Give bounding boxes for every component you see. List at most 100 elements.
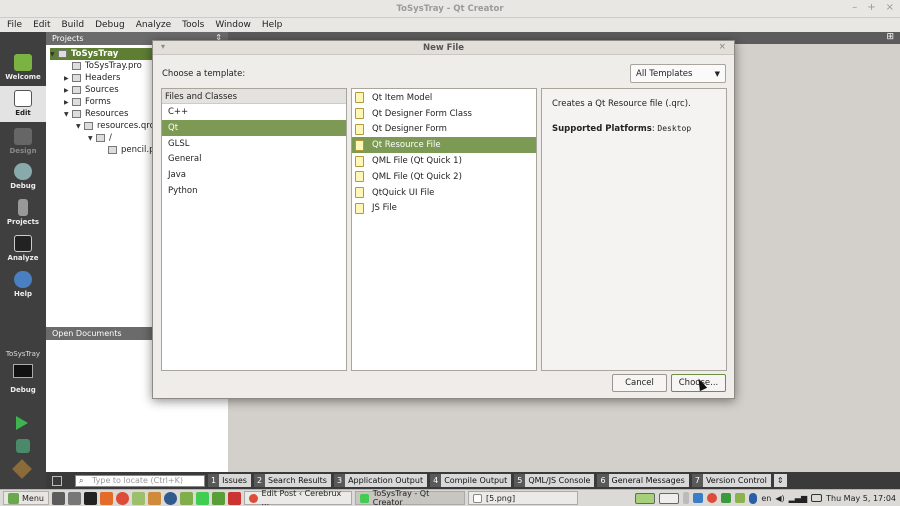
- taskbar-item-qtcreator[interactable]: ToSysTray - Qt Creator: [354, 489, 465, 506]
- app-icon[interactable]: [147, 491, 161, 505]
- category-qt[interactable]: Qt: [162, 119, 346, 136]
- cancel-button[interactable]: Cancel: [612, 374, 667, 392]
- dialog-close-icon[interactable]: ×: [718, 42, 726, 52]
- file-icon: [355, 123, 364, 135]
- template-qml-quick1[interactable]: QML File (Qt Quick 1): [352, 153, 536, 169]
- taskbar-item-image[interactable]: [5.png]: [467, 491, 578, 505]
- mode-projects[interactable]: Projects: [0, 195, 46, 231]
- bluetooth-icon[interactable]: [749, 492, 758, 504]
- menu-help[interactable]: Help: [262, 20, 283, 30]
- output-tab-issues[interactable]: 1 Issues: [208, 474, 251, 487]
- taskbar-item-browser[interactable]: Edit Post ‹ Cerebrux ...: [243, 489, 352, 506]
- template-qt-item-model[interactable]: Qt Item Model: [352, 90, 536, 106]
- template-designer-form-class[interactable]: Qt Designer Form Class: [352, 106, 536, 122]
- pro-file-icon: [72, 62, 81, 70]
- build-hammer-icon[interactable]: [12, 459, 32, 479]
- app-icon[interactable]: [227, 491, 241, 505]
- kit-selector-icon[interactable]: [13, 364, 33, 378]
- category-glsl[interactable]: GLSL: [162, 136, 346, 152]
- category-general[interactable]: General: [162, 151, 346, 167]
- system-tray: en ◀) ▂▄▆ Thu May 5, 17:04: [635, 492, 896, 504]
- qt-logo-icon: [14, 54, 32, 71]
- tree-item-forms[interactable]: ▶ Forms: [64, 96, 111, 108]
- mode-analyze[interactable]: Analyze: [0, 231, 46, 267]
- template-list: Qt Item Model Qt Designer Form Class Qt …: [351, 88, 537, 371]
- tree-item-sources[interactable]: ▶ Sources: [64, 84, 119, 96]
- menu-build[interactable]: Build: [62, 20, 85, 30]
- menu-file[interactable]: File: [7, 20, 22, 30]
- app-icon[interactable]: [163, 491, 177, 505]
- menu-debug[interactable]: Debug: [95, 20, 125, 30]
- keyboard-layout[interactable]: en: [761, 494, 771, 503]
- mode-welcome[interactable]: Welcome: [0, 50, 46, 86]
- mode-design[interactable]: Design: [0, 124, 46, 160]
- menu-bar: File Edit Build Debug Analyze Tools Wind…: [0, 18, 900, 32]
- category-java[interactable]: Java: [162, 167, 346, 183]
- tree-item-headers[interactable]: ▶ Headers: [64, 72, 120, 84]
- tree-item-pencil[interactable]: pencil.p: [108, 144, 155, 156]
- app-icon[interactable]: [211, 491, 225, 505]
- template-qtquick-ui[interactable]: QtQuick UI File: [352, 185, 536, 201]
- kit-project-label: ToSysTray: [5, 350, 41, 358]
- template-qml-quick2[interactable]: QML File (Qt Quick 2): [352, 169, 536, 185]
- output-tab-search-results[interactable]: 2 Search Results: [253, 474, 331, 487]
- menu-tools[interactable]: Tools: [182, 20, 204, 30]
- output-tab-compile-output[interactable]: 4 Compile Output: [430, 474, 512, 487]
- clock[interactable]: Thu May 5, 17:04: [826, 494, 896, 503]
- menu-window[interactable]: Window: [215, 20, 251, 30]
- tree-item-resources[interactable]: ▼ Resources: [64, 108, 128, 120]
- battery-icon[interactable]: [811, 494, 823, 502]
- terminal-icon[interactable]: [83, 491, 97, 505]
- split-icon[interactable]: ⊞: [886, 32, 894, 42]
- output-tab-application-output[interactable]: 3 Application Output: [333, 474, 428, 487]
- output-tab-version-control[interactable]: 7 Version Control: [691, 474, 771, 487]
- chrome-icon[interactable]: [707, 493, 718, 503]
- menu-analyze[interactable]: Analyze: [136, 20, 171, 30]
- mode-help[interactable]: Help: [0, 267, 46, 303]
- trash-icon[interactable]: [683, 492, 690, 504]
- run-icon[interactable]: [16, 416, 28, 430]
- tree-item-prefix[interactable]: ▼ /: [88, 132, 112, 144]
- update-icon[interactable]: [721, 493, 732, 503]
- volume-icon[interactable]: ◀): [775, 494, 784, 503]
- network-icon[interactable]: ▂▄▆: [789, 494, 807, 503]
- files-icon[interactable]: [67, 491, 81, 505]
- minimize-button[interactable]: –: [852, 2, 857, 13]
- choose-template-label: Choose a template:: [162, 69, 246, 79]
- start-menu-button[interactable]: Menu: [3, 491, 49, 505]
- template-designer-form[interactable]: Qt Designer Form: [352, 122, 536, 138]
- firefox-icon[interactable]: [99, 491, 113, 505]
- file-icon: [355, 187, 364, 199]
- workspace-icon[interactable]: [635, 492, 656, 504]
- debug-run-icon[interactable]: [16, 439, 30, 453]
- check-icon[interactable]: [735, 493, 746, 503]
- output-tab-general-messages[interactable]: 6 General Messages: [597, 474, 689, 487]
- window-title: ToSysTray - Qt Creator: [396, 4, 504, 14]
- mode-debug[interactable]: Debug: [0, 159, 46, 195]
- app-tray-icon[interactable]: [693, 493, 704, 503]
- template-qt-resource-file[interactable]: Qt Resource File: [352, 137, 536, 154]
- category-python[interactable]: Python: [162, 183, 346, 199]
- category-cpp[interactable]: C++: [162, 104, 346, 120]
- app-icon[interactable]: [179, 491, 193, 505]
- chrome-icon[interactable]: [115, 491, 129, 505]
- new-file-dialog: ▾ New File × Choose a template: All Temp…: [152, 40, 735, 399]
- output-tab-qml-console[interactable]: 5 QML/JS Console: [514, 474, 595, 487]
- tree-item-qrc[interactable]: ▼ resources.qrc: [76, 120, 154, 132]
- output-tabs-more-icon[interactable]: ⇕: [773, 474, 787, 487]
- menu-edit[interactable]: Edit: [33, 20, 50, 30]
- toggle-sidebar-button[interactable]: [52, 475, 62, 486]
- workspace-icon[interactable]: [659, 492, 680, 504]
- locator-input[interactable]: ⌕ Type to locate (Ctrl+K): [75, 474, 205, 487]
- close-button[interactable]: ×: [886, 2, 894, 13]
- wrench-icon: [18, 199, 28, 216]
- maximize-button[interactable]: +: [867, 2, 875, 13]
- template-filter-select[interactable]: All Templates ▼: [630, 64, 726, 83]
- template-js-file[interactable]: JS File: [352, 201, 536, 217]
- qt-creator-icon[interactable]: [195, 491, 209, 505]
- app-icon[interactable]: [131, 491, 145, 505]
- show-desktop-icon[interactable]: [51, 491, 65, 505]
- folder-icon: [72, 74, 81, 82]
- tree-item-pro-file[interactable]: ToSysTray.pro: [72, 60, 142, 72]
- mode-edit[interactable]: Edit: [0, 86, 46, 122]
